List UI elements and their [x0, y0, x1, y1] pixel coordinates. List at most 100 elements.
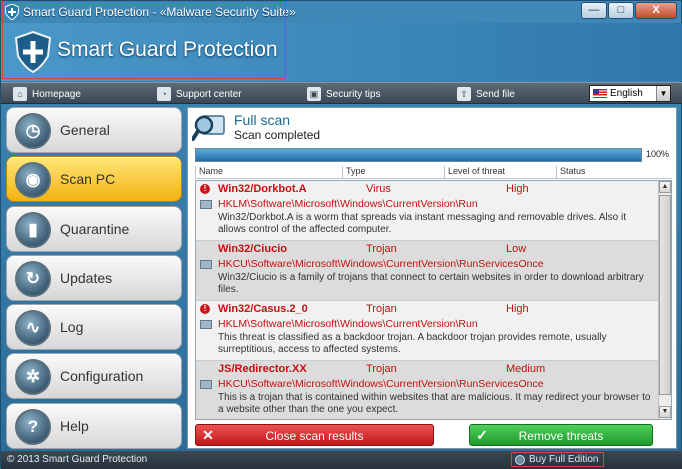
threat-level: High: [506, 303, 529, 315]
threat-description: This threat is classified as a backdoor …: [218, 332, 607, 355]
sidebar-item-scan-pc[interactable]: ◉ Scan PC: [6, 156, 182, 203]
nav-bar: ⌂ Homepage ◔ Support center ▣ Security t…: [1, 82, 682, 104]
column-level[interactable]: Level of threat: [444, 166, 556, 178]
sidebar-item-configuration[interactable]: ✲ Configuration: [6, 353, 182, 400]
threat-name: Win32/Casus.2_0: [218, 303, 308, 315]
close-button[interactable]: X: [635, 2, 677, 19]
nav-support-center[interactable]: ◔ Support center: [157, 86, 242, 102]
column-type[interactable]: Type: [342, 166, 444, 178]
threat-type: Trojan: [366, 363, 397, 375]
threat-level: High: [506, 183, 529, 195]
button-label: Close scan results: [265, 429, 364, 443]
column-name[interactable]: Name: [195, 166, 342, 178]
threat-row[interactable]: Win32/Ciucio Trojan Low HKCU\Software\Mi…: [196, 241, 659, 301]
radar-icon: ◉: [15, 162, 51, 199]
nav-homepage[interactable]: ⌂ Homepage: [13, 86, 81, 102]
threat-description: This is a trojan that is contained withi…: [218, 392, 651, 415]
refresh-icon: ↻: [15, 260, 51, 297]
nav-label: Support center: [176, 88, 242, 100]
threat-type: Trojan: [366, 303, 397, 315]
magnifier-monitor-icon: [192, 115, 225, 141]
upload-icon: ⇧: [457, 87, 471, 101]
sidebar-item-label: Configuration: [60, 368, 144, 385]
sidebar-item-help[interactable]: ? Help: [6, 402, 182, 449]
alert-icon: !: [200, 184, 210, 194]
threat-path: HKLM\Software\Microsoft\Windows\CurrentV…: [218, 198, 478, 210]
alert-icon: !: [200, 304, 210, 314]
threat-list[interactable]: ! Win32/Dorkbot.A Virus High HKLM\Softwa…: [195, 180, 672, 420]
threat-path: HKCU\Software\Microsoft\Windows\CurrentV…: [218, 258, 544, 270]
scroll-up-icon[interactable]: ▲: [659, 181, 671, 193]
cart-icon: [515, 454, 525, 465]
threat-name: JS/Redirector.XX: [218, 363, 307, 375]
threat-row[interactable]: JS/Redirector.XX Trojan Medium HKCU\Soft…: [196, 361, 659, 419]
scroll-down-icon[interactable]: ▼: [659, 406, 671, 418]
scan-progress-label: 100%: [646, 149, 670, 159]
scan-panel: Full scan Scan completed 100% Name Type …: [187, 107, 677, 449]
button-label: Remove threats: [518, 429, 604, 443]
sidebar-item-quarantine[interactable]: ▮ Quarantine: [6, 205, 182, 252]
nav-send-file[interactable]: ⇧ Send file: [457, 86, 515, 102]
home-icon: ⌂: [13, 87, 27, 101]
threat-path: HKCU\Software\Microsoft\Windows\CurrentV…: [218, 378, 544, 390]
sidebar-item-label: General: [60, 122, 110, 138]
language-value: English: [610, 88, 643, 99]
chevron-down-icon[interactable]: ▼: [656, 86, 670, 101]
app-window: Smart Guard Protection - «Malware Securi…: [0, 0, 682, 469]
threat-name: Win32/Dorkbot.A: [218, 183, 307, 195]
registry-icon: [200, 380, 212, 389]
sidebar-item-label: Log: [60, 319, 84, 336]
buy-full-edition-link[interactable]: Buy Full Edition: [511, 452, 604, 467]
sidebar-item-log[interactable]: ∿ Log: [6, 304, 182, 351]
scroll-thumb[interactable]: [659, 195, 671, 395]
maximize-button[interactable]: □: [608, 2, 634, 19]
language-select[interactable]: English ▼: [589, 85, 671, 102]
threat-row[interactable]: ! Win32/Casus.2_0 Trojan High HKLM\Softw…: [196, 301, 659, 361]
sidebar-item-general[interactable]: ◷ General: [6, 107, 182, 153]
status-bar: © 2013 Smart Guard Protection Buy Full E…: [1, 451, 682, 469]
rss-icon: ◔: [157, 87, 171, 101]
copyright-text: © 2013 Smart Guard Protection: [7, 454, 148, 465]
threat-type: Trojan: [366, 243, 397, 255]
banner-highlight: [2, 1, 286, 79]
threat-row[interactable]: ! Win32/Dorkbot.A Virus High HKLM\Softwa…: [196, 181, 659, 241]
pulse-icon: ∿: [15, 310, 51, 347]
scan-progress-fill: [196, 149, 641, 161]
registry-icon: [200, 200, 212, 209]
nav-label: Homepage: [32, 88, 81, 100]
sidebar: ◷ General ◉ Scan PC ▮ Quarantine ↻ Updat…: [6, 107, 182, 452]
scrollbar[interactable]: ▲ ▼: [658, 181, 671, 419]
padlock-icon: ▮: [15, 211, 51, 248]
scan-progress-bar: [195, 148, 642, 162]
window-controls: — □ X: [581, 2, 677, 19]
registry-icon: [200, 320, 212, 329]
threat-level: Low: [506, 243, 527, 255]
threat-type: Virus: [366, 183, 391, 195]
threat-description: Win32/Dorkbot.A is a worm that spreads v…: [218, 212, 626, 235]
column-status[interactable]: Status: [556, 166, 672, 178]
threat-path: HKLM\Software\Microsoft\Windows\CurrentV…: [218, 318, 478, 330]
nav-security-tips[interactable]: ▣ Security tips: [307, 86, 380, 102]
us-flag-icon: [593, 89, 607, 98]
sidebar-item-label: Help: [60, 417, 89, 434]
minimize-button[interactable]: —: [581, 2, 607, 19]
sidebar-item-label: Updates: [60, 269, 113, 286]
gear-icon: ✲: [15, 359, 51, 396]
buy-label: Buy Full Edition: [529, 454, 599, 465]
threat-level: Medium: [506, 363, 546, 375]
close-scan-results-button[interactable]: ✕ Close scan results: [195, 424, 434, 446]
gauge-icon: ◷: [15, 113, 51, 149]
registry-icon: [200, 260, 212, 269]
table-header: Name Type Level of threat Status: [195, 166, 672, 179]
nav-label: Send file: [476, 88, 515, 100]
threat-description: Win32/Ciucio is a family of trojans that…: [218, 272, 644, 295]
scan-title: Full scan: [234, 112, 291, 128]
lock-icon: ▣: [307, 87, 321, 101]
question-icon: ?: [15, 408, 51, 445]
nav-label: Security tips: [326, 88, 381, 100]
scan-status: Scan completed: [234, 128, 321, 142]
sidebar-item-label: Scan PC: [60, 171, 116, 188]
threat-name: Win32/Ciucio: [218, 243, 287, 255]
remove-threats-button[interactable]: ✓ Remove threats: [469, 424, 653, 446]
sidebar-item-updates[interactable]: ↻ Updates: [6, 254, 182, 301]
